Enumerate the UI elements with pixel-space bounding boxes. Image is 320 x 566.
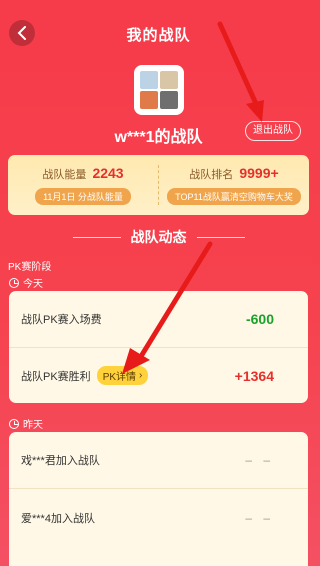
activity-label: 战队PK赛胜利 bbox=[21, 370, 91, 383]
yesterday-card: 戏***君加入战队 – – 爱***4加入战队 – – bbox=[9, 432, 308, 566]
exit-team-button[interactable]: 退出战队 bbox=[245, 121, 301, 141]
energy-change: -600 bbox=[245, 311, 274, 327]
day-text: 昨天 bbox=[23, 420, 43, 431]
day-label-today: 今天 bbox=[9, 275, 43, 290]
energy-label: 战队能量 bbox=[42, 169, 87, 181]
chevron-right-icon: › bbox=[139, 370, 143, 381]
rank-value: 9999+ bbox=[239, 165, 279, 181]
avatar-tile bbox=[140, 71, 158, 89]
day-label-yesterday: 昨天 bbox=[9, 416, 43, 431]
pk-detail-label: PK详情 bbox=[102, 372, 137, 383]
page-title: 我的战队 bbox=[126, 27, 191, 44]
energy-change: – – bbox=[245, 510, 274, 525]
energy-note: 11月1日 分战队能量 bbox=[35, 188, 131, 205]
energy-change: – – bbox=[245, 453, 274, 467]
activity-label: 战队PK赛入场费 bbox=[21, 314, 102, 326]
pk-detail-button[interactable]: PK详情 › bbox=[96, 366, 149, 385]
stage-label: PK赛阶段 bbox=[8, 262, 52, 273]
section-heading: 战队动态 bbox=[0, 228, 317, 246]
today-card: 战队PK赛入场费 -600 战队PK赛胜利 PK详情 › +1364 bbox=[9, 291, 308, 403]
avatar-tile bbox=[140, 91, 158, 109]
energy-value: 2243 bbox=[92, 165, 124, 181]
energy-change: +1364 bbox=[234, 367, 274, 384]
list-item: 战队PK赛入场费 -600 bbox=[9, 291, 308, 348]
rank-label: 战队排名 bbox=[189, 169, 234, 181]
avatar-tile bbox=[160, 71, 178, 89]
divider bbox=[72, 236, 121, 238]
list-item: 战队PK赛胜利 PK详情 › +1364 bbox=[9, 348, 308, 403]
activity-label: 爱***4加入战队 bbox=[21, 512, 95, 525]
section-title: 战队动态 bbox=[130, 229, 187, 245]
clock-icon bbox=[9, 418, 19, 429]
team-stats-card: 战队能量 2243 11月1日 分战队能量 战队排名 9999+ TOP11战队… bbox=[8, 155, 309, 215]
rank-stat[interactable]: 战队排名 9999+ TOP11战队赢清空购物车大奖 bbox=[159, 155, 309, 215]
list-item: 戏***君加入战队 – – bbox=[9, 432, 308, 489]
clock-icon bbox=[9, 277, 19, 288]
divider bbox=[196, 236, 245, 238]
list-item: 爱***4加入战队 – – bbox=[9, 489, 308, 546]
day-text: 今天 bbox=[23, 279, 43, 290]
top-bar: 我的战队 bbox=[0, 0, 317, 62]
team-avatar bbox=[134, 65, 184, 115]
rank-note: TOP11战队赢清空购物车大奖 bbox=[167, 188, 301, 205]
avatar-tile bbox=[160, 91, 178, 109]
energy-stat: 战队能量 2243 11月1日 分战队能量 bbox=[8, 155, 158, 215]
activity-label: 戏***君加入战队 bbox=[21, 455, 100, 467]
